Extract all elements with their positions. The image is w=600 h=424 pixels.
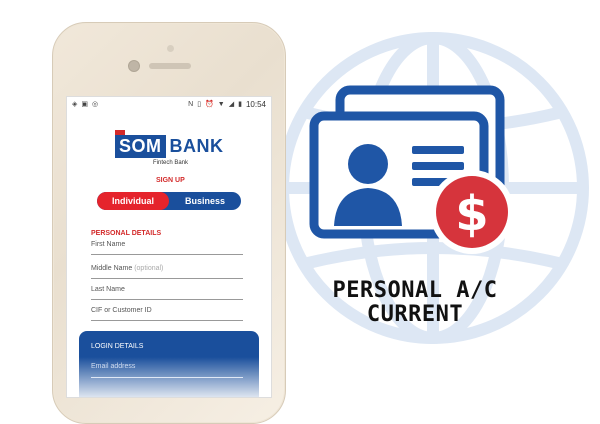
- alarm-icon: ⏰: [205, 101, 214, 108]
- tab-individual[interactable]: Individual: [97, 192, 169, 210]
- nfc-icon: N: [188, 100, 194, 108]
- headline-line2: CURRENT: [366, 302, 464, 327]
- first-name-field[interactable]: First Name: [91, 241, 243, 255]
- battery-icon: ▮: [238, 101, 242, 108]
- account-type-toggle[interactable]: Individual Business: [97, 192, 241, 210]
- cif-placeholder: CIF or Customer ID: [91, 307, 152, 314]
- tab-business[interactable]: Business: [169, 192, 241, 210]
- status-time: 10:54: [245, 99, 266, 109]
- middle-name-optional: (optional): [134, 265, 164, 272]
- phone-screen: ◈ ▣ ◎ N ▯ ⏰ ▼ ◢ ▮ 10:54 SOM BANK Fintech…: [66, 96, 272, 398]
- first-name-placeholder: First Name: [91, 241, 126, 248]
- middle-name-placeholder: Middle Name: [91, 265, 133, 272]
- personal-details-title: PERSONAL DETAILS: [91, 230, 162, 237]
- login-details-title: LOGIN DETAILS: [91, 343, 144, 350]
- cif-field[interactable]: CIF or Customer ID: [91, 307, 243, 321]
- sync-icon: ◎: [92, 101, 99, 108]
- email-placeholder: Email address: [91, 363, 136, 370]
- headline-line1: PERSONAL A/C: [332, 278, 498, 303]
- id-card-icon: $: [309, 85, 514, 254]
- tagline: Fintech Bank: [153, 160, 189, 166]
- last-name-field[interactable]: Last Name: [91, 286, 243, 300]
- signup-title: SIGN UP: [156, 177, 185, 184]
- phone-sensor: [167, 45, 174, 52]
- notification-icon: ◈: [72, 101, 78, 108]
- vibrate-icon: ▯: [197, 101, 202, 108]
- login-details-panel: LOGIN DETAILS Email address: [79, 331, 259, 397]
- logo-som: SOM: [115, 130, 166, 158]
- sombank-logo: SOM BANK: [115, 130, 224, 158]
- logo-bank: BANK: [169, 136, 224, 156]
- signal-icon: ◢: [228, 101, 235, 108]
- image-icon: ▣: [81, 101, 89, 108]
- svg-text:$: $: [455, 186, 488, 242]
- phone-speaker: [149, 63, 191, 69]
- middle-name-field[interactable]: Middle Name (optional): [91, 265, 243, 279]
- status-bar: ◈ ▣ ◎ N ▯ ⏰ ▼ ◢ ▮ 10:54: [67, 97, 271, 111]
- email-field[interactable]: Email address: [91, 363, 243, 378]
- last-name-placeholder: Last Name: [91, 286, 125, 293]
- dollar-coin-icon: $: [430, 170, 514, 254]
- wifi-icon: ▼: [217, 100, 225, 108]
- front-camera: [128, 60, 140, 72]
